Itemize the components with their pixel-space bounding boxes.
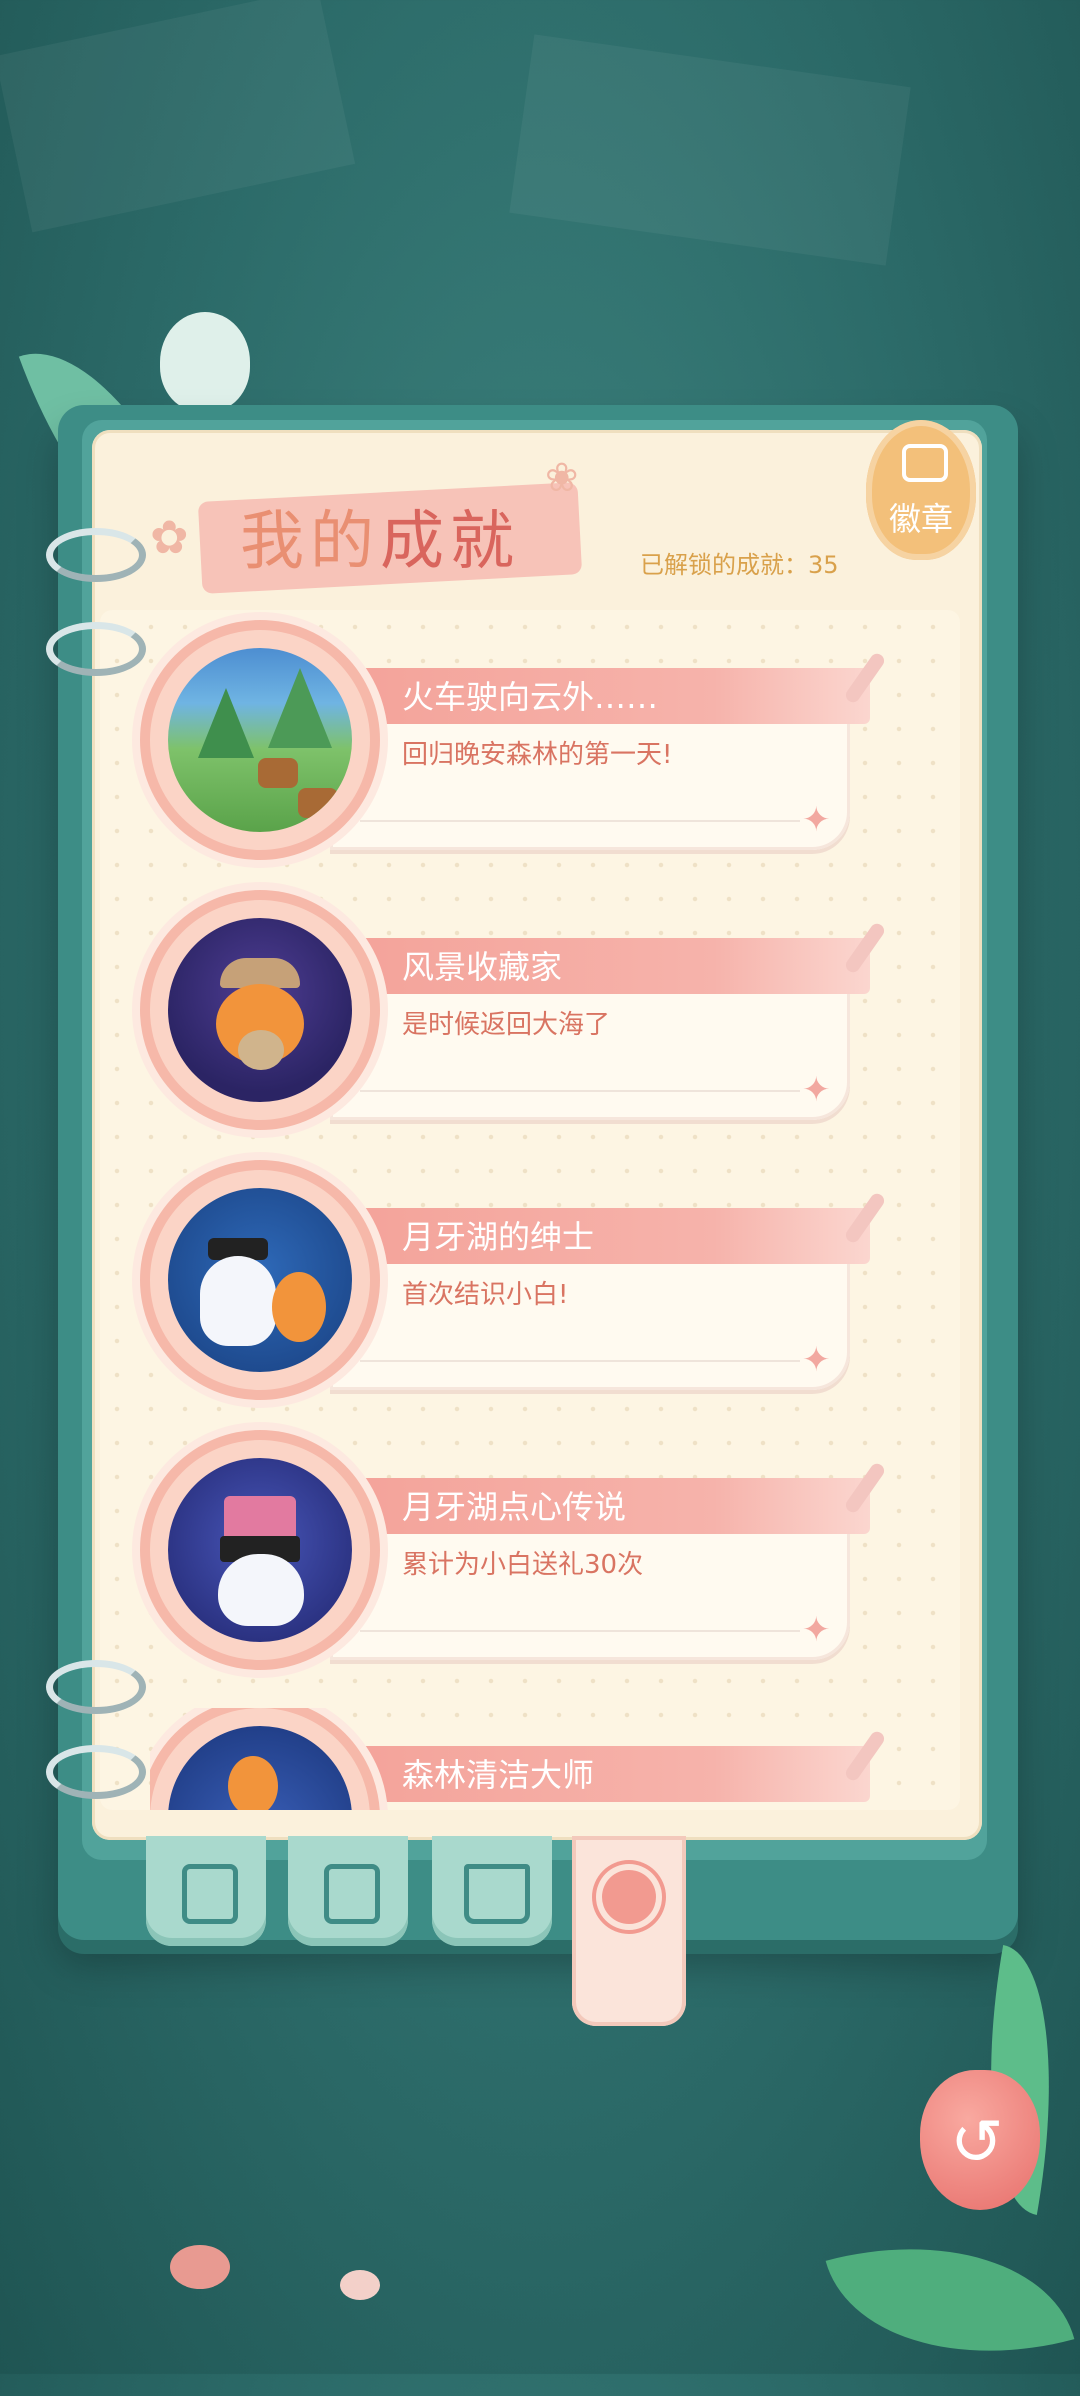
leaf-decoration xyxy=(825,2203,1075,2396)
badge-icon xyxy=(902,444,948,482)
achievement-description: 累计为小白送礼30次 xyxy=(402,1550,644,1580)
scenery-collector-medal-icon xyxy=(150,900,370,1120)
tab-photo-journal[interactable] xyxy=(288,1836,408,1946)
page-title-part2: 成就 xyxy=(380,505,520,579)
achievement-card[interactable]: 月牙湖的绅士 首次结识小白! ✦ xyxy=(150,1170,910,1410)
binder-ring xyxy=(46,1745,146,1799)
tab-notes[interactable] xyxy=(146,1836,266,1946)
pebble-decoration xyxy=(170,2245,230,2289)
card-divider xyxy=(360,1630,800,1632)
achievement-name: 月牙湖的绅士 xyxy=(402,1218,595,1256)
background-paper-decoration xyxy=(509,34,911,266)
tab-open-book[interactable] xyxy=(432,1836,552,1946)
snack-legend-medal-icon xyxy=(150,1440,370,1660)
open-book-icon xyxy=(464,1864,530,1924)
achievement-description: 是时候返回大海了 xyxy=(402,1010,611,1040)
badge-tab-label: 徽章 xyxy=(888,500,953,538)
achievement-description: 首次结识小白! xyxy=(402,1280,569,1310)
binder-ring xyxy=(46,1660,146,1714)
achievement-card[interactable]: 火车驶向云外…… 回归晚安森林的第一天! ✦ xyxy=(150,630,910,870)
sparkle-icon: ✦ xyxy=(802,800,831,840)
unlocked-count-label: 已解锁的成就：35 xyxy=(640,551,839,579)
achievement-name: 月牙湖点心传说 xyxy=(402,1488,627,1526)
badge-tab-button[interactable]: 徽章 xyxy=(866,420,976,560)
crescent-lake-gentleman-medal-icon xyxy=(150,1170,370,1390)
binder-ring xyxy=(46,528,146,582)
photo-journal-icon xyxy=(324,1864,380,1924)
binder-ring xyxy=(46,622,146,676)
flower-medal-icon xyxy=(602,1870,656,1924)
notes-icon xyxy=(182,1864,238,1924)
achievement-description: 回归晚安森林的第一天! xyxy=(402,740,673,770)
forest-cleaner-medal-icon xyxy=(150,1708,370,1810)
flower-sparkle-icon: ✿ xyxy=(150,510,189,564)
card-divider xyxy=(360,1360,800,1362)
achievement-name: 森林清洁大师 xyxy=(402,1756,595,1794)
page-title: 我的成就 xyxy=(240,490,520,582)
achievement-card[interactable]: 森林清洁大师 xyxy=(150,1708,910,1810)
card-divider xyxy=(360,1090,800,1092)
tulip-bud-decoration xyxy=(160,312,250,412)
pebble-decoration xyxy=(340,2270,380,2300)
return-arrow-icon: ↺ xyxy=(950,2106,1004,2180)
achievement-card[interactable]: 风景收藏家 是时候返回大海了 ✦ xyxy=(150,900,910,1140)
tab-achievements[interactable] xyxy=(572,1836,686,2026)
background-paper-decoration xyxy=(0,0,356,233)
achievement-card[interactable]: 月牙湖点心传说 累计为小白送礼30次 ✦ xyxy=(150,1440,910,1680)
forest-train-medal-icon xyxy=(150,630,370,850)
card-divider xyxy=(360,820,800,822)
sparkle-icon: ✦ xyxy=(802,1610,831,1650)
sparkle-icon: ✦ xyxy=(802,1340,831,1380)
page-title-part1: 我的 xyxy=(240,505,380,579)
back-button[interactable]: ↺ xyxy=(920,2070,1040,2210)
sparkle-icon: ✦ xyxy=(802,1070,831,1110)
butterfly-icon: ❀ xyxy=(545,455,579,501)
achievement-name: 风景收藏家 xyxy=(402,948,563,986)
achievement-name: 火车驶向云外…… xyxy=(402,678,659,716)
